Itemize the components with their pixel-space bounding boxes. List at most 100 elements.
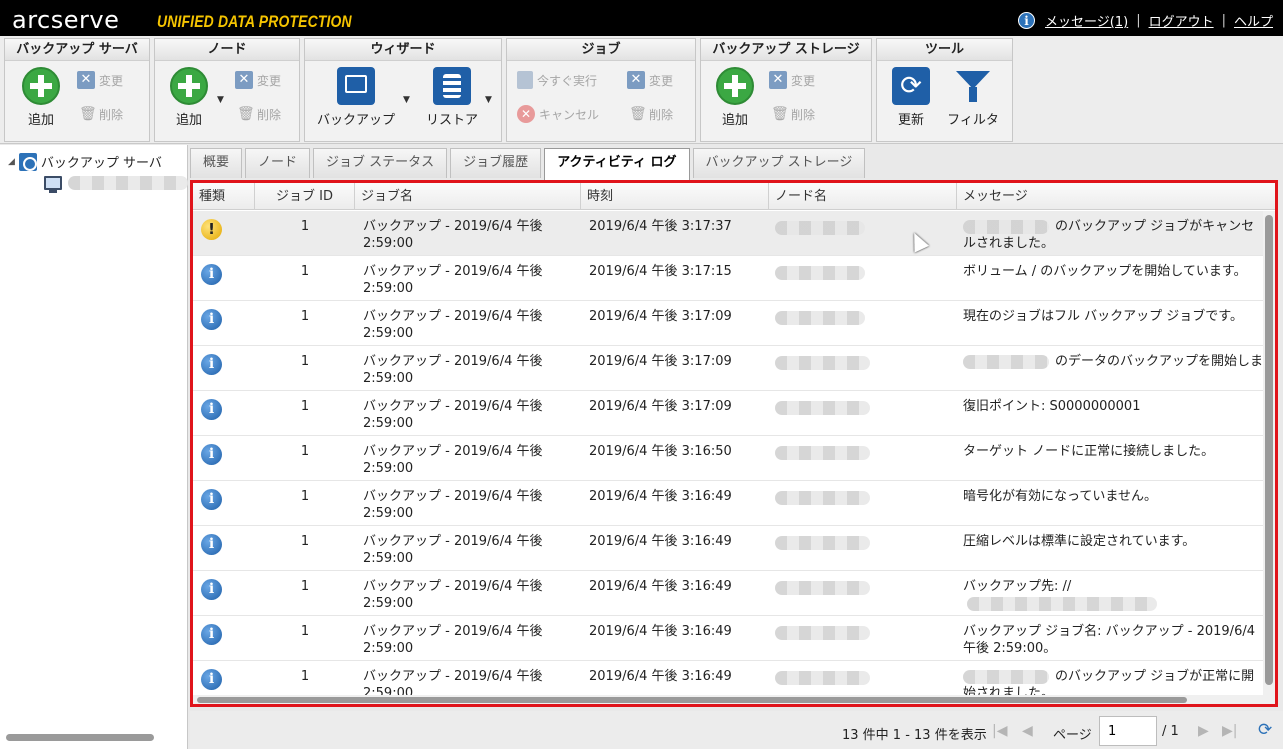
job-cancel-button[interactable]: ✕ キャンセル (517, 105, 599, 123)
cell-time: 2019/6/4 午後 3:17:09 (589, 309, 732, 324)
toolbar: バックアップ サーバ 追加 ✕ 変更 🗑 削除 ノード 追加 ▼ ✕ 変更 🗑 … (0, 36, 1283, 144)
table-row[interactable]: i 1 バックアップ - 2019/6/4 午後 2:59:00 2019/6/4 午… (193, 526, 1263, 571)
info-icon: i (201, 534, 222, 555)
scroll-thumb[interactable] (197, 697, 1187, 703)
prev-page-icon[interactable]: ◀ (1022, 723, 1033, 739)
info-icon: i (201, 669, 222, 690)
product-name: UNIFIED DATA PROTECTION (157, 12, 352, 31)
edit-icon: ✕ (77, 71, 95, 89)
node-modify-button[interactable]: ✕ 変更 (235, 71, 281, 89)
page-number-input[interactable] (1099, 716, 1157, 746)
column-header-job-name[interactable]: ジョブ名 (355, 183, 581, 210)
button-label: リストア (425, 113, 478, 128)
refresh-icon: ⟳ (892, 67, 930, 105)
redacted-node-name (775, 356, 870, 370)
cell-message: 暗号化が有効になっていません。 (963, 488, 1263, 505)
node-delete-button[interactable]: 🗑 削除 (237, 105, 281, 123)
button-label: 変更 (99, 73, 124, 88)
redacted-server-name (68, 176, 188, 190)
backup-wizard-button[interactable]: バックアップ (311, 67, 401, 128)
backup-server-delete-button[interactable]: 🗑 削除 (79, 105, 123, 123)
tree-node-server[interactable] (44, 176, 188, 193)
app-header: arcserve UNIFIED DATA PROTECTION i メッセージ… (0, 0, 1283, 36)
messages-link[interactable]: メッセージ(1) (1045, 11, 1128, 30)
column-header-job-id[interactable]: ジョブ ID (255, 183, 355, 210)
edit-icon: ✕ (627, 71, 645, 89)
button-label: 今すぐ実行 (537, 73, 598, 88)
button-label: 変更 (649, 73, 674, 88)
tab-nodes[interactable]: ノード (245, 148, 311, 178)
refresh-button[interactable]: ⟳ 更新 (881, 67, 941, 128)
chevron-down-icon[interactable]: ▼ (485, 95, 492, 105)
refresh-icon[interactable]: ⟳ (1258, 721, 1276, 739)
table-row[interactable]: i 1 バックアップ - 2019/6/4 午後 2:59:00 2019/6/4 午… (193, 616, 1263, 661)
column-header-node-name[interactable]: ノード名 (769, 183, 957, 210)
table-row[interactable]: i 1 バックアップ - 2019/6/4 午後 2:59:00 2019/6/4 午… (193, 256, 1263, 301)
job-modify-button[interactable]: ✕ 変更 (627, 71, 673, 89)
backup-server-modify-button[interactable]: ✕ 変更 (77, 71, 123, 89)
server-tree-icon (18, 152, 37, 171)
storage-modify-button[interactable]: ✕ 変更 (769, 71, 815, 89)
grid-header: 種類 ジョブ ID ジョブ名 時刻 ノード名 メッセージ (193, 183, 1275, 210)
chevron-down-icon[interactable]: ▼ (217, 95, 224, 105)
run-now-button[interactable]: 今すぐ実行 (517, 71, 597, 89)
expand-triangle-icon[interactable]: ◢ (8, 157, 15, 167)
table-row[interactable]: i 1 バックアップ - 2019/6/4 午後 2:59:00 2019/6/4 午… (193, 571, 1263, 616)
vertical-scrollbar[interactable] (1263, 211, 1275, 698)
table-row[interactable]: ! 1 バックアップ - 2019/6/4 午後 2:59:00 2019/6/4 午… (193, 211, 1263, 256)
column-header-message[interactable]: メッセージ (957, 183, 1275, 210)
tree-root-backup-server[interactable]: ◢ バックアップ サーバ (8, 152, 162, 171)
storage-delete-button[interactable]: 🗑 削除 (771, 105, 815, 123)
storage-add-button[interactable]: 追加 (705, 67, 765, 128)
group-title: ツール (877, 39, 1012, 61)
logout-link[interactable]: ログアウト (1149, 11, 1214, 30)
horizontal-scrollbar[interactable] (193, 695, 1275, 704)
cell-time: 2019/6/4 午後 3:16:49 (589, 489, 732, 504)
cell-job-id: 1 (300, 444, 310, 459)
filter-button[interactable]: フィルタ (943, 67, 1003, 128)
redacted-node-name (775, 266, 865, 280)
button-label: バックアップ (316, 113, 395, 128)
table-row[interactable]: i 1 バックアップ - 2019/6/4 午後 2:59:00 2019/6/4 午… (193, 301, 1263, 346)
pager: 13 件中 1 - 13 件を表示 |◀ ◀ ページ / 1 ▶ ▶| ⟳ (190, 711, 1283, 749)
tree-horizontal-scrollbar[interactable] (6, 734, 154, 741)
backup-server-add-button[interactable]: 追加 (11, 67, 71, 128)
column-header-type[interactable]: 種類 (193, 183, 255, 210)
page-label: ページ (1053, 728, 1092, 743)
tab-job-history[interactable]: ジョブ履歴 (450, 148, 542, 178)
next-page-icon[interactable]: ▶ (1198, 723, 1209, 739)
table-row[interactable]: i 1 バックアップ - 2019/6/4 午後 2:59:00 2019/6/4 午… (193, 481, 1263, 526)
tab-job-status[interactable]: ジョブ ステータス (313, 148, 448, 178)
job-delete-button[interactable]: 🗑 削除 (629, 105, 673, 123)
trash-icon: 🗑 (237, 106, 255, 122)
info-icon: i (201, 444, 222, 465)
arcserve-logo: arcserve (12, 6, 120, 34)
column-header-time[interactable]: 時刻 (581, 183, 769, 210)
tab-backup-storage[interactable]: バックアップ ストレージ (692, 148, 866, 178)
scroll-thumb[interactable] (1265, 215, 1273, 685)
redacted-node-name (775, 311, 865, 325)
cell-message: 復旧ポイント: S0000000001 (963, 398, 1263, 415)
table-row[interactable]: i 1 バックアップ - 2019/6/4 午後 2:59:00 2019/6/4 午… (193, 391, 1263, 436)
info-icon: i (201, 489, 222, 510)
button-label: 削除 (791, 107, 816, 122)
help-link[interactable]: ヘルプ (1234, 11, 1273, 30)
activity-log-grid: 種類 ジョブ ID ジョブ名 時刻 ノード名 メッセージ ! 1 バックアップ - … (190, 180, 1278, 707)
cell-message: 圧縮レベルは標準に設定されています。 (963, 533, 1263, 550)
restore-wizard-button[interactable]: リストア (417, 67, 487, 128)
tab-activity-log[interactable]: アクティビティ ログ (544, 148, 690, 180)
chevron-down-icon[interactable]: ▼ (403, 95, 410, 105)
table-row[interactable]: i 1 バックアップ - 2019/6/4 午後 2:59:00 2019/6/4 午… (193, 436, 1263, 481)
info-icon: i (201, 264, 222, 285)
cell-time: 2019/6/4 午後 3:17:15 (589, 264, 732, 279)
node-add-button[interactable]: 追加 (159, 67, 219, 128)
tab-overview[interactable]: 概要 (190, 148, 243, 178)
last-page-icon[interactable]: ▶| (1222, 723, 1237, 739)
button-label: 変更 (791, 73, 816, 88)
add-icon (22, 67, 60, 105)
first-page-icon[interactable]: |◀ (992, 723, 1007, 739)
separator: | (1136, 13, 1141, 28)
redacted-node-name (775, 221, 865, 235)
message-text: 現在のジョブはフル バックアップ ジョブです。 (963, 309, 1243, 324)
table-row[interactable]: i 1 バックアップ - 2019/6/4 午後 2:59:00 2019/6/4 午… (193, 346, 1263, 391)
